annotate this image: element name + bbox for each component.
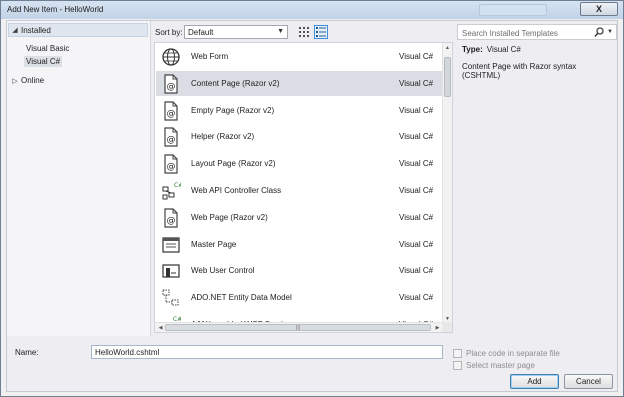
template-name: Layout Page (Razor v2) (191, 159, 276, 169)
template-language: Visual C# (399, 132, 434, 142)
template-row[interactable]: Web Form Visual C# (156, 44, 443, 69)
checkbox-box[interactable] (453, 349, 462, 358)
search-templates-input[interactable]: Search Installed Templates ▼ (457, 24, 617, 40)
place-code-separate-checkbox[interactable]: Place code in separate file (453, 349, 560, 358)
tree-item-online[interactable]: ▷ Online (9, 76, 44, 85)
template-row[interactable]: ADO.NET Entity Data Model Visual C# (156, 285, 443, 310)
svg-text:@: @ (167, 109, 176, 119)
details-view-button[interactable] (314, 25, 328, 39)
template-language: Visual C# (399, 212, 434, 222)
template-description: Content Page with Razor syntax (CSHTML) (462, 62, 577, 80)
entity-model-icon (161, 288, 181, 308)
globe-icon (161, 47, 181, 67)
small-icons-view-button[interactable] (297, 25, 311, 39)
tree-item-online-label: Online (21, 76, 45, 85)
tree-item-installed-label: Installed (21, 25, 51, 35)
razor-page-icon: @ (161, 208, 181, 228)
razor-page-icon: @ (161, 74, 181, 94)
select-master-page-checkbox[interactable]: Select master page (453, 361, 535, 370)
dropdown-arrow-icon: ▼ (277, 28, 284, 35)
window-title: Add New Item - HelloWorld (7, 5, 104, 14)
sort-by-dropdown[interactable]: Default ▼ (184, 25, 288, 39)
name-label: Name: (15, 348, 39, 357)
template-row[interactable]: Master Page Visual C# (156, 232, 443, 257)
search-placeholder: Search Installed Templates (462, 29, 558, 38)
scroll-left-arrow-icon[interactable]: ◀ (156, 325, 165, 331)
tree-item-visual-csharp[interactable]: Visual C# (24, 56, 63, 67)
checkbox-box[interactable] (453, 361, 462, 370)
horizontal-scrollbar[interactable]: ◀ ||| ▶ (155, 322, 443, 332)
background-ghost-button (479, 4, 547, 16)
template-name: Web User Control (191, 266, 255, 276)
list-view-icon (316, 27, 326, 37)
template-language: Visual C# (399, 266, 434, 276)
type-value: Visual C# (486, 45, 521, 54)
svg-text:@: @ (167, 162, 176, 172)
scrollbar-corner (442, 322, 452, 332)
controller-class-icon: C# (161, 181, 183, 201)
list-toolbar: Sort by: Default ▼ (153, 24, 453, 40)
grid-view-icon (299, 27, 309, 37)
svg-text:C#: C# (174, 182, 181, 189)
template-language: Visual C# (399, 78, 434, 88)
razor-page-icon: @ (161, 100, 181, 121)
svg-text:@: @ (167, 135, 176, 145)
type-line: Type: Visual C# (462, 45, 612, 54)
tree-item-visual-basic[interactable]: Visual Basic (24, 43, 71, 54)
template-name: Web API Controller Class (191, 186, 282, 195)
template-row[interactable]: @ Layout Page (Razor v2) Visual C# (156, 151, 443, 176)
template-name: Web Page (Razor v2) (191, 212, 268, 222)
template-row[interactable]: @ Web Page (Razor v2) Visual C# (156, 205, 443, 230)
template-name: ADO.NET Entity Data Model (191, 293, 292, 303)
template-row[interactable]: @ Helper (Razor v2) Visual C# (156, 124, 443, 149)
category-tree: ◢ Installed Visual Basic Visual C# ▷ Onl… (7, 21, 151, 336)
name-input[interactable]: HelloWorld.cshtml (91, 345, 443, 359)
razor-page-icon: @ (161, 154, 181, 174)
expand-triangle-icon[interactable]: ▷ (9, 77, 21, 85)
template-name: Helper (Razor v2) (191, 132, 255, 142)
title-bar[interactable]: Add New Item - HelloWorld X (1, 1, 623, 19)
scroll-right-arrow-icon[interactable]: ▶ (433, 325, 442, 331)
sort-by-value: Default (188, 28, 214, 37)
template-row[interactable]: Web User Control Visual C# (156, 258, 443, 283)
dialog-body: ◢ Installed Visual Basic Visual C# ▷ Onl… (6, 20, 618, 392)
select-master-page-label: Select master page (466, 361, 535, 370)
type-label: Type: (462, 45, 483, 54)
cancel-button[interactable]: Cancel (564, 374, 613, 389)
template-language: Visual C# (399, 52, 434, 61)
tree-item-installed[interactable]: ◢ Installed (8, 23, 148, 37)
horizontal-scroll-thumb[interactable]: ||| (165, 324, 431, 331)
sort-by-label: Sort by: (155, 28, 183, 37)
template-row[interactable]: C# Web API Controller Class Visual C# (156, 178, 443, 203)
user-control-icon (161, 261, 181, 281)
search-icon[interactable] (594, 27, 604, 38)
template-name: Master Page (191, 239, 237, 249)
add-button[interactable]: Add (510, 374, 559, 389)
razor-page-icon: @ (161, 127, 181, 147)
vertical-scrollbar[interactable]: ▲ ▼ (442, 43, 452, 324)
vertical-scroll-thumb[interactable] (444, 57, 451, 97)
scroll-up-arrow-icon[interactable]: ▲ (443, 45, 452, 51)
svg-text:@: @ (167, 216, 176, 226)
template-name: Empty Page (Razor v2) (191, 105, 275, 115)
template-language: Visual C# (399, 293, 434, 303)
template-row[interactable]: @ Empty Page (Razor v2) Visual C# (156, 98, 443, 123)
template-language: Visual C# (399, 186, 434, 195)
place-code-separate-label: Place code in separate file (466, 349, 560, 358)
template-detail-pane: Type: Visual C# Content Page with Razor … (462, 45, 612, 80)
svg-text:@: @ (167, 82, 176, 92)
close-button[interactable]: X (580, 2, 618, 16)
template-name: Content Page (Razor v2) (191, 78, 280, 88)
template-row[interactable]: @ Content Page (Razor v2) Visual C# (156, 70, 443, 96)
add-new-item-dialog: Add New Item - HelloWorld X ◢ Installed … (0, 0, 624, 397)
template-name: Web Form (191, 52, 229, 61)
template-language: Visual C# (399, 239, 434, 249)
template-language: Visual C# (399, 105, 434, 115)
search-options-arrow-icon[interactable]: ▼ (607, 29, 613, 35)
template-list[interactable]: Web Form Visual C# @ Content Page (Razor v2… (154, 42, 453, 333)
template-language: Visual C# (399, 159, 434, 169)
collapse-triangle-icon[interactable]: ◢ (9, 26, 21, 34)
master-page-icon (161, 235, 181, 255)
